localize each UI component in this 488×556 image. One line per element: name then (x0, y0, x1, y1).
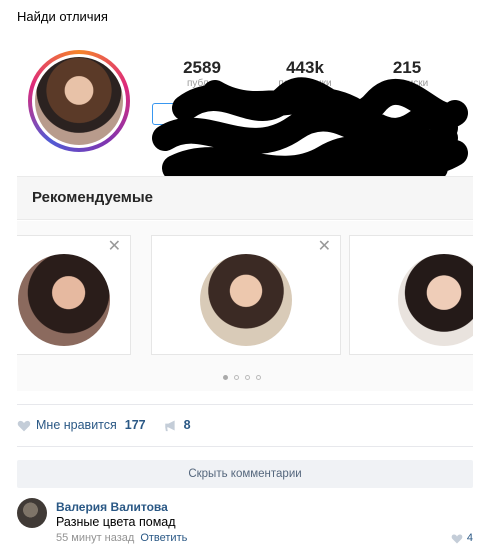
suggestion-photo (200, 254, 292, 346)
comment-like-button[interactable]: 4 (451, 532, 473, 544)
suggestion-card[interactable]: ✕ (17, 235, 131, 355)
post-actions: Мне нравится 177 8 (17, 417, 209, 433)
like-label: Мне нравится (36, 418, 117, 432)
like-button[interactable]: Мне нравится 177 (17, 418, 146, 432)
heart-icon (17, 420, 31, 431)
heart-icon (451, 534, 463, 543)
suggestion-card[interactable] (349, 235, 473, 355)
recommended-title: Рекомендуемые (32, 189, 153, 206)
suggestion-photo (18, 254, 110, 346)
suggestion-photo (398, 254, 473, 346)
share-button[interactable]: 8 (164, 418, 191, 432)
carousel-dot (256, 375, 261, 380)
comment-author[interactable]: Валерия Валитова (56, 500, 168, 514)
divider (17, 404, 473, 405)
avatar[interactable] (17, 498, 47, 528)
hide-comments-button[interactable]: Скрыть комментарии (17, 460, 473, 488)
comment-text: Разные цвета помад (56, 515, 176, 529)
like-count: 177 (124, 418, 146, 432)
profile-avatar (28, 50, 130, 152)
carousel-dot-active (223, 375, 228, 380)
megaphone-icon (164, 420, 175, 431)
comment-like-count: 4 (466, 532, 473, 544)
divider (17, 446, 473, 447)
carousel-dot (234, 375, 239, 380)
reply-link[interactable]: Ответить (140, 532, 187, 544)
profile-photo (35, 57, 123, 145)
post-title: Найди отличия (17, 9, 108, 24)
carousel-dots (223, 367, 267, 385)
suggestion-card[interactable]: ✕ (151, 235, 341, 355)
share-count: 8 (183, 418, 191, 432)
comment-meta: 55 минут назад Ответить (56, 532, 187, 544)
carousel-dot (245, 375, 250, 380)
post-image[interactable]: 2589 публ... 443k подписчики 215 подписк… (17, 36, 473, 391)
recommended-carousel[interactable]: ✕ ✕ (17, 221, 473, 391)
comment-time[interactable]: 55 минут назад (56, 532, 134, 544)
close-icon[interactable]: ✕ (108, 239, 121, 255)
close-icon[interactable]: ✕ (318, 239, 331, 255)
